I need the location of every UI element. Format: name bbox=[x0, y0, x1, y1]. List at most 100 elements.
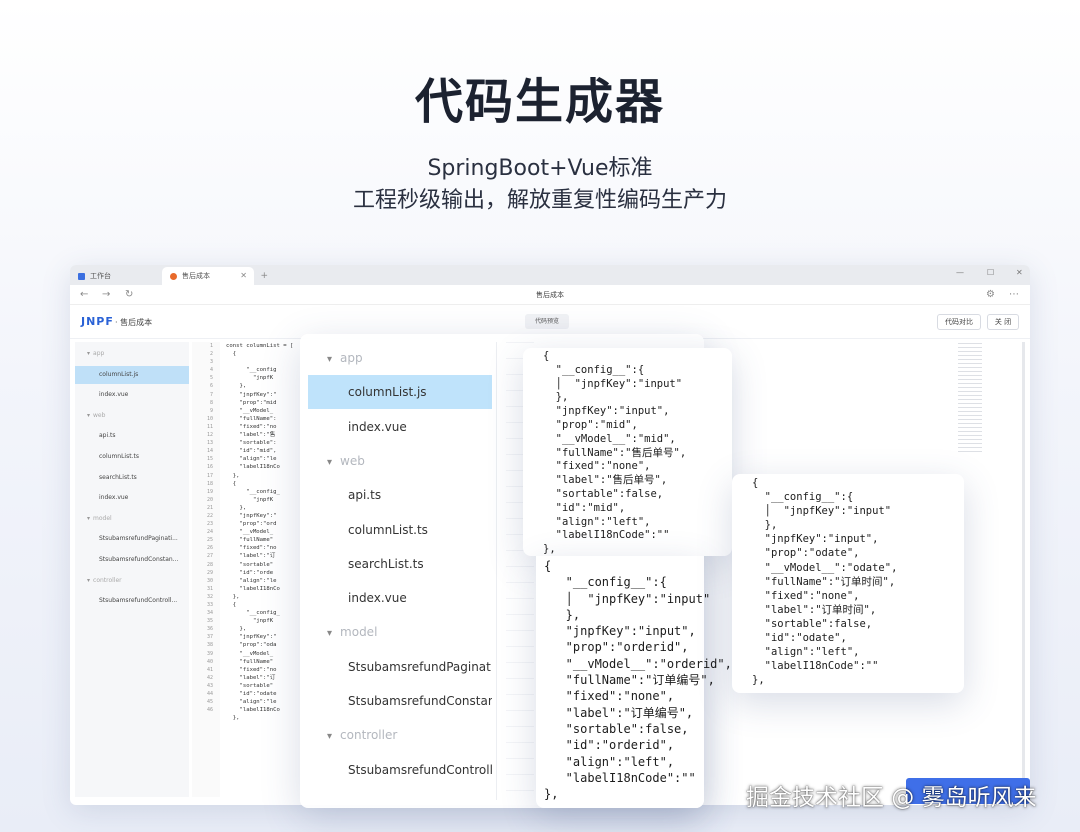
tree-file[interactable]: StsubamsrefundConstan... bbox=[308, 684, 492, 718]
code-zoom-card-orderid: { "__config__":{ │ "jnpfKey":"input" }, … bbox=[536, 556, 732, 808]
line-number: 4 bbox=[209, 367, 213, 374]
line-number: 21 bbox=[206, 504, 213, 511]
code-line: "prop":"oda bbox=[226, 642, 277, 649]
line-number: 39 bbox=[206, 650, 213, 657]
browser-navbar: ← → ↻ 售后成本 ⚙ ⋯ bbox=[70, 285, 1030, 305]
tree-file[interactable]: StsubamsrefundPaginati... bbox=[75, 530, 189, 548]
maximize-icon[interactable]: ☐ bbox=[987, 268, 994, 277]
code-line: }, bbox=[226, 715, 240, 722]
line-number: 35 bbox=[206, 618, 213, 625]
tab-after-sales[interactable]: 售后成本 ✕ + bbox=[162, 267, 268, 285]
line-number: 7 bbox=[209, 391, 213, 398]
tree-file[interactable]: index.vue bbox=[308, 410, 492, 444]
plus-icon[interactable]: + bbox=[260, 271, 268, 281]
page-title: 代码生成器 bbox=[414, 74, 665, 130]
code-compare-button[interactable]: 代码对比 bbox=[937, 314, 981, 330]
code-line: "jnpfKey":" bbox=[226, 391, 277, 398]
code-line: const columnList = [ bbox=[226, 343, 294, 349]
line-number: 33 bbox=[206, 602, 213, 608]
code-line: "labelI18nCo bbox=[226, 464, 280, 471]
line-number: 25 bbox=[206, 537, 213, 544]
code-line: "prop":"mid bbox=[226, 399, 277, 406]
line-number: 23 bbox=[206, 521, 213, 528]
code-line: "labelI18nCo bbox=[226, 585, 280, 592]
tree-file[interactable]: columnList.ts bbox=[308, 513, 492, 547]
line-number: 2 bbox=[209, 351, 213, 358]
code-line: "label":"订 bbox=[226, 674, 276, 681]
line-number: 43 bbox=[206, 682, 213, 689]
line-number: 16 bbox=[206, 464, 213, 471]
line-number: 15 bbox=[206, 456, 213, 463]
line-number: 20 bbox=[206, 496, 213, 503]
code-line: "__vModel_ bbox=[226, 529, 274, 536]
code-line: { bbox=[226, 480, 237, 487]
tree-file[interactable]: searchList.ts bbox=[308, 547, 492, 581]
tree-file[interactable]: StsubamsrefundControll... bbox=[308, 753, 492, 787]
line-number: 19 bbox=[206, 488, 213, 495]
tree-file[interactable]: api.ts bbox=[308, 478, 492, 512]
address-title: 售后成本 bbox=[536, 291, 564, 299]
tree-folder[interactable]: web bbox=[75, 407, 189, 425]
line-number: 5 bbox=[209, 375, 213, 382]
line-number: 24 bbox=[206, 529, 213, 536]
tree-file[interactable]: columnList.ts bbox=[75, 448, 189, 466]
tree-file[interactable]: columnList.js bbox=[308, 375, 492, 410]
line-number: 45 bbox=[206, 699, 213, 706]
code-line: "__vModel_ bbox=[226, 407, 274, 414]
tree-folder[interactable]: web bbox=[308, 444, 492, 478]
jnpf-logo: JNPF bbox=[81, 315, 114, 328]
code-line: "fixed":"no bbox=[226, 545, 277, 552]
tree-file[interactable]: searchList.ts bbox=[75, 469, 189, 487]
tree-folder[interactable]: app bbox=[75, 345, 189, 363]
page-subtitle: SpringBoot+Vue标准 bbox=[427, 156, 653, 181]
line-number: 13 bbox=[206, 440, 213, 447]
tree-folder[interactable]: controller bbox=[308, 718, 492, 752]
tree-folder[interactable]: controller bbox=[75, 572, 189, 590]
line-number: 9 bbox=[209, 407, 213, 414]
watermark: 掘金技术社区 @ 雾岛听风来 bbox=[746, 785, 1037, 811]
line-number: 37 bbox=[206, 634, 213, 641]
tab-workbench[interactable]: 工作台 bbox=[70, 267, 162, 285]
code-line: "fullName": bbox=[226, 415, 277, 422]
code-line: }, bbox=[226, 626, 247, 633]
code-line: "jnpfKey":" bbox=[226, 512, 277, 519]
tree-file[interactable]: index.vue bbox=[308, 581, 492, 615]
code-line: "__vModel_ bbox=[226, 650, 274, 657]
code-text: const columnList = [ { "__config "jnpfK … bbox=[226, 342, 293, 722]
code-line: "sortable": bbox=[226, 440, 277, 447]
tree-file[interactable]: columnList.js bbox=[75, 365, 189, 384]
line-number: 14 bbox=[206, 448, 213, 455]
line-number: 41 bbox=[206, 666, 213, 673]
close-icon[interactable]: ✕ bbox=[240, 271, 247, 280]
tree-file[interactable]: StsubamsrefundPaginati... bbox=[308, 650, 492, 684]
line-number: 11 bbox=[206, 423, 213, 430]
code-zoom-card-odate: { "__config__":{ │ "jnpfKey":"input" }, … bbox=[732, 474, 964, 693]
code-preview-tab[interactable]: 代码预览 bbox=[525, 314, 569, 329]
file-tree: app columnList.js index.vue web api.ts column… bbox=[75, 342, 189, 797]
tab-label: 工作台 bbox=[90, 272, 111, 280]
tree-file[interactable]: index.vue bbox=[75, 386, 189, 404]
close-window-icon[interactable]: ✕ bbox=[1016, 268, 1023, 277]
tree-file[interactable]: index.vue bbox=[75, 489, 189, 507]
code-line: { bbox=[226, 602, 237, 608]
tree-file[interactable]: StsubamsrefundControll... bbox=[75, 592, 189, 610]
more-icon[interactable]: ⋯ bbox=[1009, 289, 1019, 300]
code-snippet-odate: { "__config__":{ │ "jnpfKey":"input" }, … bbox=[752, 477, 898, 687]
code-zoom-card-mid: { "__config__":{ │ "jnpfKey":"input" }, … bbox=[523, 348, 732, 556]
code-line: "fullName" bbox=[226, 658, 274, 665]
code-line: "id":"mid", bbox=[226, 448, 277, 455]
close-button[interactable]: 关 闭 bbox=[987, 314, 1019, 330]
code-line: "jnpfK bbox=[226, 618, 274, 625]
tree-folder[interactable]: model bbox=[75, 510, 189, 528]
tree-file[interactable]: api.ts bbox=[75, 427, 189, 445]
tree-folder[interactable]: app bbox=[308, 341, 492, 375]
scrollbar[interactable] bbox=[1022, 342, 1025, 797]
code-minimap[interactable] bbox=[958, 343, 982, 453]
tree-file[interactable]: StsubamsrefundConstan... bbox=[75, 551, 189, 569]
breadcrumb-label: 售后成本 bbox=[120, 318, 153, 327]
minimize-icon[interactable]: — bbox=[956, 268, 964, 277]
tree-folder[interactable]: model bbox=[308, 615, 492, 649]
settings-icon[interactable]: ⚙ bbox=[986, 289, 995, 300]
browser-favicon-icon bbox=[170, 272, 177, 280]
